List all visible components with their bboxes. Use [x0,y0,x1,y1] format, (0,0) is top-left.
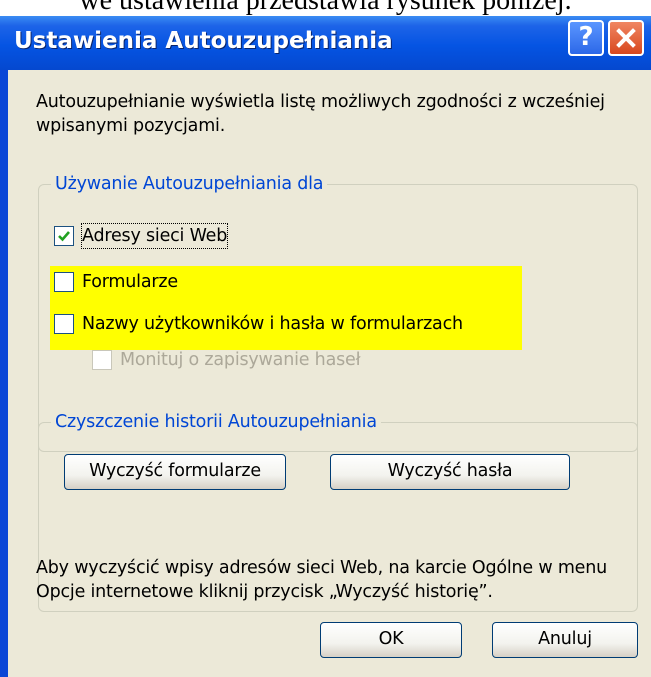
ok-button[interactable]: OK [320,622,462,658]
close-button[interactable] [608,20,644,56]
usernames-passwords-label[interactable]: Nazwy użytkowników i hasła w formularzac… [82,312,463,336]
usernames-passwords-checkbox[interactable] [54,314,74,334]
forms-checkbox[interactable] [54,272,74,292]
document-caption-text: we ustawienia przedstawia rysunek poniże… [79,0,572,16]
prompt-save-passwords-checkbox [92,350,112,370]
dialog-body: Autouzupełnianie wyświetla listę możliwy… [8,70,651,677]
close-x-icon [616,28,636,48]
autocomplete-settings-dialog: Ustawienia Autouzupełniania ? Autouzupeł… [0,16,651,677]
dialog-title: Ustawienia Autouzupełniania [14,28,393,54]
help-button[interactable]: ? [568,20,604,56]
clear-history-info: Aby wyczyścić wpisy adresów sieci Web, n… [36,558,608,602]
clear-passwords-button[interactable]: Wyczyść hasła [330,454,570,490]
prompt-save-passwords-label: Monituj o zapisywanie haseł [120,350,361,370]
cancel-button[interactable]: Anuluj [492,622,638,658]
clear-forms-button[interactable]: Wyczyść formularze [64,454,286,490]
clear-group-title: Czyszczenie historii Autouzupełniania [51,410,381,434]
web-addresses-label[interactable]: Adresy sieci Web [80,223,229,249]
title-bar[interactable]: Ustawienia Autouzupełniania ? [0,16,651,70]
forms-label[interactable]: Formularze [82,270,178,294]
web-addresses-checkbox[interactable] [54,226,74,246]
checkmark-icon [58,231,70,242]
usage-group-title: Używanie Autouzupełniania dla [51,172,328,196]
autocomplete-description: Autouzupełnianie wyświetla listę możliwy… [36,92,605,136]
